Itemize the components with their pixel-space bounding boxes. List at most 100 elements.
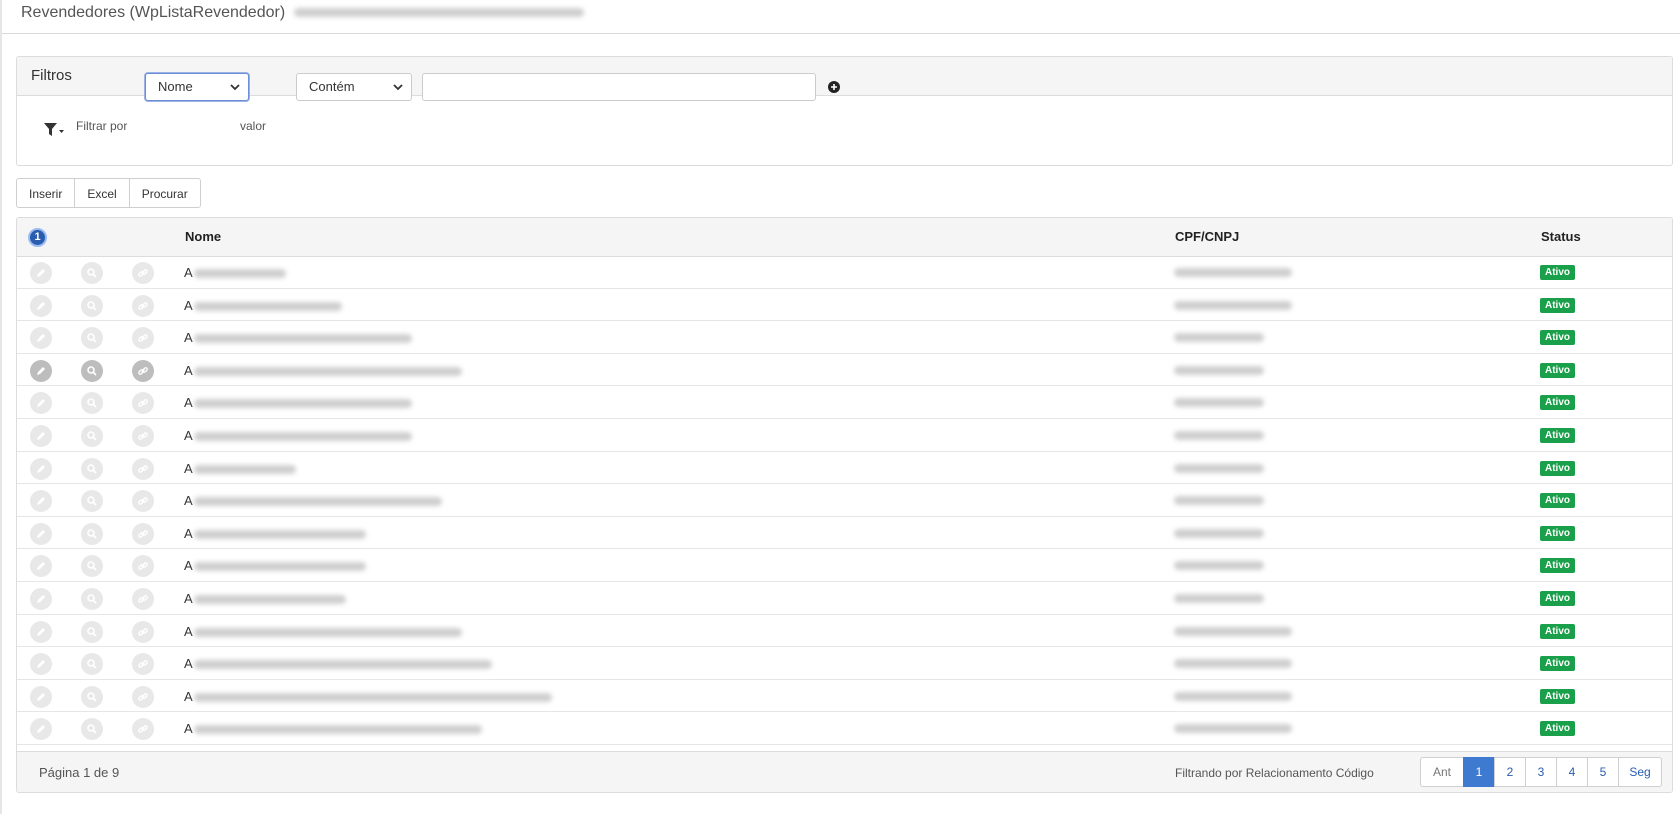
edit-icon[interactable]	[30, 587, 52, 610]
chevron-down-icon	[230, 84, 240, 91]
table-row[interactable]: A Ativo	[17, 484, 1672, 517]
row-name: A	[184, 689, 552, 704]
link-icon[interactable]	[132, 392, 154, 415]
view-icon[interactable]	[81, 327, 103, 350]
edit-icon[interactable]	[30, 294, 52, 317]
edit-icon[interactable]	[30, 490, 52, 513]
add-filter-icon[interactable]	[828, 81, 840, 93]
edit-icon[interactable]	[30, 718, 52, 741]
redacted-cpf	[1174, 528, 1264, 538]
view-icon[interactable]	[81, 490, 103, 513]
link-icon[interactable]	[132, 424, 154, 447]
table-row[interactable]: A Ativo	[17, 452, 1672, 485]
edit-icon[interactable]	[30, 620, 52, 643]
link-icon[interactable]	[132, 587, 154, 610]
link-icon[interactable]	[132, 685, 154, 708]
pager-page-5[interactable]: 5	[1587, 757, 1619, 787]
table-row[interactable]: A Ativo	[17, 680, 1672, 713]
table-row[interactable]: A Ativo	[17, 615, 1672, 648]
view-icon[interactable]	[81, 522, 103, 545]
view-icon[interactable]	[81, 718, 103, 741]
table-row[interactable]: A Ativo	[17, 354, 1672, 387]
pager-page-4[interactable]: 4	[1556, 757, 1588, 787]
table-row[interactable]: A Ativo	[17, 289, 1672, 322]
grid-header: 1 Nome CPF/CNPJ Status	[17, 218, 1672, 257]
edit-icon[interactable]	[30, 262, 52, 284]
row-name-initial: A	[184, 656, 193, 672]
grid-rows: A Ativo A Ativo A Ativo A Ativo A Ativo A Ativo A Ati…	[17, 256, 1672, 745]
table-row[interactable]: A Ativo	[17, 549, 1672, 582]
column-header-status[interactable]: Status	[1541, 229, 1581, 244]
edit-icon[interactable]	[30, 685, 52, 708]
edit-icon[interactable]	[30, 653, 52, 676]
pager-page-1[interactable]: 1	[1463, 757, 1495, 787]
filter-value-input[interactable]	[422, 73, 816, 101]
edit-icon[interactable]	[30, 457, 52, 480]
view-icon[interactable]	[81, 294, 103, 317]
row-name: A	[184, 461, 296, 476]
link-icon[interactable]	[132, 457, 154, 480]
table-row[interactable]: A Ativo	[17, 419, 1672, 452]
redacted-cpf	[1174, 300, 1292, 310]
pager-prev-button[interactable]: Ant	[1420, 757, 1464, 787]
link-icon[interactable]	[132, 262, 154, 284]
table-row[interactable]: A Ativo	[17, 647, 1672, 680]
link-icon[interactable]	[132, 653, 154, 676]
edit-icon[interactable]	[30, 555, 52, 578]
status-badge: Ativo	[1540, 493, 1575, 509]
table-row[interactable]: A Ativo	[17, 256, 1672, 289]
filter-operator-select[interactable]: Contém	[296, 73, 412, 101]
toolbar: Inserir Excel Procurar	[16, 178, 201, 208]
table-row[interactable]: A Ativo	[17, 386, 1672, 419]
filter-field-select[interactable]: Nome	[145, 73, 249, 101]
insert-button[interactable]: Inserir	[16, 178, 76, 208]
edit-icon[interactable]	[30, 327, 52, 350]
redacted-cpf	[1174, 593, 1264, 603]
view-icon[interactable]	[81, 424, 103, 447]
edit-icon[interactable]	[30, 392, 52, 415]
table-row[interactable]: A Ativo	[17, 321, 1672, 354]
view-icon[interactable]	[81, 685, 103, 708]
redacted-name	[193, 562, 366, 572]
redacted-name	[193, 497, 442, 507]
table-row[interactable]: A Ativo	[17, 582, 1672, 615]
view-icon[interactable]	[81, 587, 103, 610]
link-icon[interactable]	[132, 718, 154, 741]
row-name: A	[184, 363, 462, 378]
column-header-name[interactable]: Nome	[185, 229, 221, 244]
table-row[interactable]: A Ativo	[17, 712, 1672, 745]
link-icon[interactable]	[132, 294, 154, 317]
edit-icon[interactable]	[30, 424, 52, 447]
edit-icon[interactable]	[30, 359, 52, 382]
view-icon[interactable]	[81, 457, 103, 480]
filters-panel-header: Filtros	[17, 57, 1672, 96]
filter-funnel-icon[interactable]	[44, 123, 64, 137]
status-badge: Ativo	[1540, 656, 1575, 672]
link-icon[interactable]	[132, 359, 154, 382]
view-icon[interactable]	[81, 555, 103, 578]
link-icon[interactable]	[132, 522, 154, 545]
link-icon[interactable]	[132, 327, 154, 350]
column-header-cpf[interactable]: CPF/CNPJ	[1175, 229, 1239, 244]
filter-field-select-value: Nome	[158, 79, 193, 94]
link-icon[interactable]	[132, 555, 154, 578]
view-icon[interactable]	[81, 359, 103, 382]
view-icon[interactable]	[81, 653, 103, 676]
view-icon[interactable]	[81, 262, 103, 284]
pager-next-button[interactable]: Seg	[1618, 757, 1662, 787]
view-icon[interactable]	[81, 620, 103, 643]
search-button[interactable]: Procurar	[128, 178, 201, 208]
title-bar: Revendedores (WpListaRevendedor)	[2, 0, 1680, 34]
edit-icon[interactable]	[30, 522, 52, 545]
status-badge: Ativo	[1540, 297, 1575, 313]
link-icon[interactable]	[132, 490, 154, 513]
excel-button[interactable]: Excel	[74, 178, 130, 208]
table-row[interactable]: A Ativo	[17, 517, 1672, 550]
selection-count-badge[interactable]: 1	[28, 228, 47, 247]
link-icon[interactable]	[132, 620, 154, 643]
view-icon[interactable]	[81, 392, 103, 415]
status-badge: Ativo	[1540, 330, 1575, 346]
pager-page-2[interactable]: 2	[1494, 757, 1526, 787]
pager-page-3[interactable]: 3	[1525, 757, 1557, 787]
row-name-initial: A	[184, 297, 193, 313]
